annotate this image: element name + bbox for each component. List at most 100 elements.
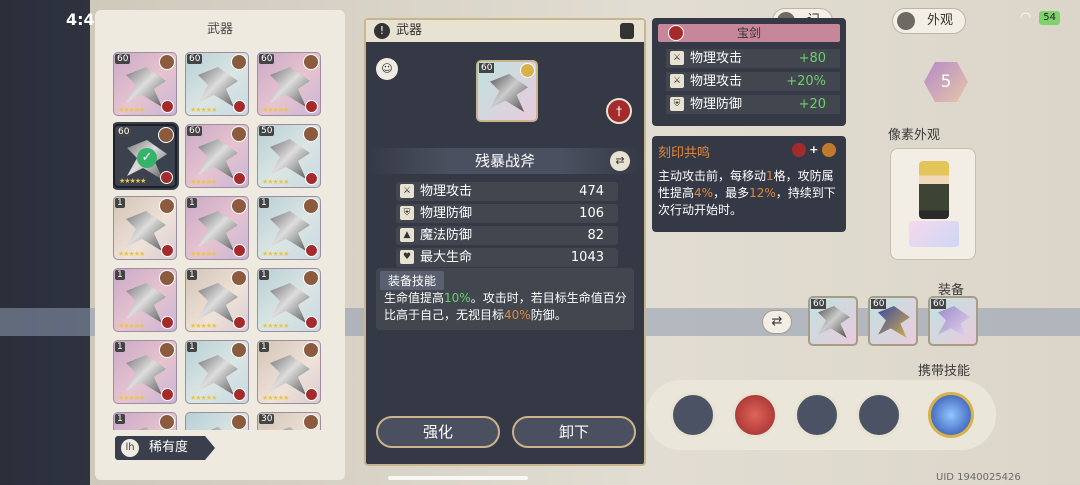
weapon-slot-level: 1 bbox=[259, 198, 269, 208]
axe-icon bbox=[198, 211, 238, 251]
unequip-button[interactable]: 卸下 bbox=[512, 416, 636, 448]
stat-label: 魔法防御 bbox=[420, 228, 473, 243]
weapon-slot-selected[interactable]: 60 ★★★★★ ✓ bbox=[113, 124, 177, 188]
sword-emblem-icon bbox=[233, 244, 246, 257]
star-rating-icon: ★★★★★ bbox=[190, 394, 217, 402]
star-rating-icon: ★★★★★ bbox=[118, 394, 145, 402]
weapon-slot[interactable]: 60 ★★★★★ bbox=[185, 124, 249, 188]
axe-icon bbox=[198, 139, 238, 179]
status-right: ◠ 54 bbox=[1020, 10, 1060, 25]
weapon-slot-level: 1 bbox=[259, 342, 269, 352]
character-portrait-icon bbox=[159, 342, 175, 358]
seal-emblem-icon bbox=[822, 143, 836, 157]
lock-icon[interactable] bbox=[620, 23, 634, 39]
skill-slot-1[interactable] bbox=[670, 392, 716, 438]
star-rating-icon: ★★★★★ bbox=[262, 394, 289, 402]
exclamation-icon[interactable]: ! bbox=[374, 23, 390, 39]
sword-icon: ⚔ bbox=[670, 51, 684, 65]
pixel-avatar[interactable] bbox=[890, 148, 976, 260]
weapon-slot[interactable]: 1 ★★★★★ bbox=[185, 268, 249, 332]
resonance-panel: 刻印共鸣 + 主动攻击前，每移动1格，攻防属性提高4%，最多12%，持续到下次行… bbox=[652, 136, 846, 232]
star-rating-icon: ★★★★★ bbox=[262, 106, 289, 114]
stat-value: 1043 bbox=[570, 250, 604, 265]
skill-slot-4[interactable] bbox=[856, 392, 902, 438]
character-portrait-icon bbox=[159, 270, 175, 286]
equip-slot-armor[interactable]: 60 bbox=[868, 296, 918, 346]
weapon-slot-level: 1 bbox=[115, 270, 125, 280]
skill-slot-2[interactable] bbox=[732, 392, 778, 438]
stat-label: 物理防御 bbox=[420, 206, 473, 221]
rarity-label: 稀有度 bbox=[149, 440, 189, 455]
weapon-level: 60 bbox=[479, 63, 495, 73]
axe-icon bbox=[126, 211, 166, 251]
stat-label: 最大生命 bbox=[420, 250, 473, 265]
weapon-slot[interactable]: 1 ★★★★★ bbox=[113, 340, 177, 404]
inventory-title: 武器 bbox=[206, 22, 233, 37]
axe-icon bbox=[126, 355, 166, 395]
star-rating-icon: ★★★★★ bbox=[190, 106, 217, 114]
sword-emblem-icon bbox=[305, 172, 318, 185]
equip-skill-title: 装备技能 bbox=[380, 271, 445, 290]
detail-header: ! 武器 bbox=[366, 20, 644, 42]
weapon-slot[interactable]: 1 ★★★★★ bbox=[257, 340, 321, 404]
character-search-icon[interactable]: ☺ bbox=[376, 58, 398, 80]
axe-icon bbox=[126, 67, 166, 107]
resonance-text: ，最多 bbox=[713, 186, 750, 200]
weapon-slot[interactable]: 1★★★★★ bbox=[185, 340, 249, 404]
weapon-slot[interactable]: 50 ★★★★★ bbox=[257, 124, 321, 188]
stat-row: ♥ 最大生命 1043 bbox=[396, 248, 618, 267]
weapon-slot[interactable]: 1★★★★★ bbox=[257, 196, 321, 260]
weapon-slot[interactable]: 1★★★★★ bbox=[257, 268, 321, 332]
axe-icon bbox=[490, 74, 528, 112]
sword-emblem-icon[interactable]: † bbox=[606, 98, 632, 124]
axe-icon bbox=[270, 67, 310, 107]
weapon-slot[interactable]: ★★★★★ bbox=[185, 412, 249, 430]
star-rating-icon: ★★★★★ bbox=[262, 178, 289, 186]
character-portrait-icon bbox=[231, 414, 247, 430]
swap-icon[interactable]: ⇄ bbox=[610, 151, 630, 171]
stat-value: 82 bbox=[587, 228, 604, 243]
sword-icon: ⚔ bbox=[400, 184, 414, 198]
weapon-slot[interactable]: 1★★★★★ bbox=[185, 196, 249, 260]
pedestal bbox=[909, 221, 959, 247]
weapon-slot-level: 50 bbox=[259, 126, 275, 136]
star-rating-icon: ★★★★★ bbox=[190, 322, 217, 330]
weapon-slot[interactable]: 1★★★★★ bbox=[113, 412, 177, 430]
weapon-slot[interactable]: 1★★★★★ bbox=[113, 196, 177, 260]
equip-slot-weapon[interactable]: 60 bbox=[808, 296, 858, 346]
stat-row: ⛨ 物理防御 106 bbox=[396, 204, 618, 223]
rarity-icon: lh bbox=[121, 439, 139, 457]
weapon-icon: 60 bbox=[476, 60, 538, 122]
skill-text: 生命值提高 bbox=[384, 291, 445, 305]
enhance-button[interactable]: 强化 bbox=[376, 416, 500, 448]
weapon-slot-level: 60 bbox=[115, 54, 131, 64]
skill-slot-5[interactable] bbox=[928, 392, 974, 438]
weapon-slot[interactable]: 1★★★★★ bbox=[113, 268, 177, 332]
weapon-slot-level: 1 bbox=[187, 270, 197, 280]
weapon-slot[interactable]: 60 ★★★★★ bbox=[113, 52, 177, 116]
axe-icon bbox=[270, 283, 310, 323]
weapon-slot-level: 1 bbox=[115, 414, 125, 424]
resonance-symbols: + bbox=[791, 143, 836, 157]
weapon-slot[interactable]: 60 ★★★★★ bbox=[185, 52, 249, 116]
weapon-detail-panel: ! 武器 ☺ 60 † 残暴战斧 ⇄ ⚔ 物理攻击 474 ⛨ 物理防御 106 ▲ 魔法… bbox=[364, 18, 646, 466]
weapon-slot-level: 1 bbox=[115, 342, 125, 352]
pixel-appearance-label: 像素外观 bbox=[888, 128, 941, 143]
character-portrait-icon bbox=[231, 270, 247, 286]
equip-slot-accessory[interactable]: 60 bbox=[928, 296, 978, 346]
carry-skill-label: 携带技能 bbox=[918, 364, 971, 379]
axe-icon bbox=[198, 67, 238, 107]
swap-button[interactable]: ⇄ bbox=[762, 310, 792, 334]
wifi-icon: ◠ bbox=[1019, 10, 1032, 25]
sword-emblem-icon bbox=[233, 388, 246, 401]
shield-icon: ⛨ bbox=[400, 206, 414, 220]
weapon-slot[interactable]: 30★★★★★ bbox=[257, 412, 321, 430]
weapon-slot[interactable]: 60 ★★★★★ bbox=[257, 52, 321, 116]
appearance-button[interactable]: 外观 bbox=[892, 8, 967, 34]
home-indicator[interactable] bbox=[388, 476, 528, 480]
character-portrait-icon bbox=[231, 126, 247, 142]
axe-icon bbox=[270, 427, 310, 430]
character-portrait-icon bbox=[303, 342, 319, 358]
rarity-sort-button[interactable]: lh 稀有度 bbox=[115, 436, 215, 460]
skill-slot-3[interactable] bbox=[794, 392, 840, 438]
